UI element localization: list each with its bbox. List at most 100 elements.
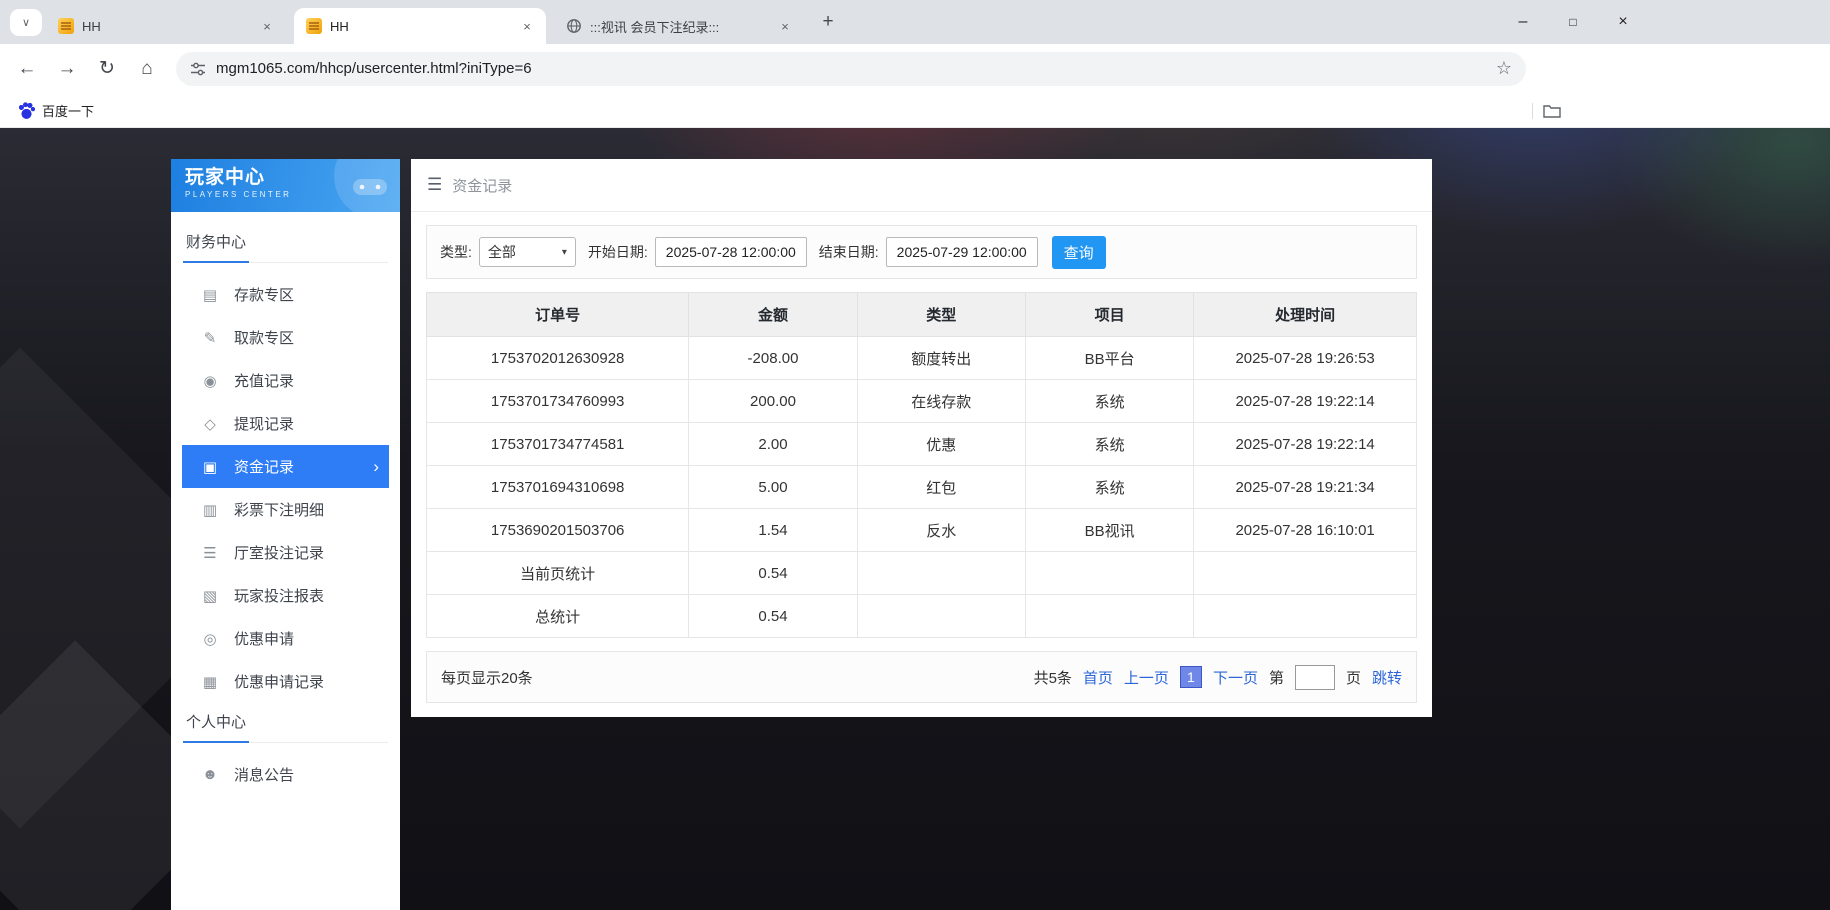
cell-time: 2025-07-28 19:22:14 [1194, 380, 1417, 423]
window-close-button[interactable]: × [1598, 0, 1648, 44]
site-info-icon[interactable] [190, 61, 206, 77]
col-header-amount: 金额 [689, 293, 857, 337]
gamepad-icon [352, 174, 388, 203]
tab-hh-2-active[interactable]: HH × [294, 8, 546, 44]
bookmarks-divider [1532, 103, 1533, 119]
tab-hh-1[interactable]: HH × [46, 8, 286, 44]
hh-favicon [306, 18, 322, 34]
empty-cell [1194, 552, 1417, 595]
table-row: 1753701734760993 200.00 在线存款 系统 2025-07-… [427, 380, 1417, 423]
url-text[interactable]: mgm1065.com/hhcp/usercenter.html?iniType… [216, 60, 1486, 77]
cell-project: BB视讯 [1025, 509, 1193, 552]
jump-suffix-label: 页 [1346, 667, 1361, 688]
tab-strip: ∨ HH × HH × :::视讯 会员下注纪录::: × + – □ × [0, 0, 1830, 44]
lottery-bets-icon: ▥ [201, 501, 219, 519]
col-header-project: 项目 [1025, 293, 1193, 337]
next-page-link[interactable]: 下一页 [1213, 667, 1258, 688]
sidebar-item-fund-record[interactable]: ▣ 资金记录 › [182, 445, 389, 488]
sidebar-item-lottery-bets[interactable]: ▥ 彩票下注明细 [182, 488, 389, 531]
sidebar-item-label: 存款专区 [234, 284, 294, 305]
deposit-icon: ▤ [201, 286, 219, 304]
sidebar-item-hall-bets[interactable]: ☰ 厅室投注记录 [182, 531, 389, 574]
tab-close-icon[interactable]: × [258, 17, 276, 35]
prev-page-link[interactable]: 上一页 [1124, 667, 1169, 688]
promo-record-icon: ▦ [201, 673, 219, 691]
col-header-time: 处理时间 [1194, 293, 1417, 337]
page-stats-row: 当前页统计 0.54 [427, 552, 1417, 595]
end-date-label: 结束日期: [819, 242, 879, 262]
fund-records-panel: ☰ 资金记录 类型: 全部 ▾ 开始日期: 结束日期: 查询 订 [411, 159, 1432, 717]
bookmark-baidu[interactable]: 百度一下 [12, 98, 100, 123]
recharge-record-icon: ◉ [201, 372, 219, 390]
total-stats-row: 总统计 0.54 [427, 595, 1417, 638]
back-button[interactable]: ← [10, 52, 44, 86]
address-bar[interactable]: mgm1065.com/hhcp/usercenter.html?iniType… [176, 52, 1526, 86]
tab-title: HH [330, 19, 510, 34]
chevron-right-icon: › [373, 458, 379, 475]
sidebar-item-label: 彩票下注明细 [234, 499, 324, 520]
bookmark-star-icon[interactable]: ☆ [1496, 58, 1512, 79]
sidebar-item-label: 厅室投注记录 [234, 542, 324, 563]
sidebar-item-messages[interactable]: ☻ 消息公告 [182, 753, 389, 796]
first-page-link[interactable]: 首页 [1083, 667, 1113, 688]
cell-amount: -208.00 [689, 337, 857, 380]
stats-label: 当前页统计 [427, 552, 689, 595]
start-date-input[interactable] [655, 237, 807, 267]
nav-bar: ← → ↻ ⌂ mgm1065.com/hhcp/usercenter.html… [0, 44, 1830, 93]
filter-bar: 类型: 全部 ▾ 开始日期: 结束日期: 查询 [426, 225, 1417, 279]
cell-type: 在线存款 [857, 380, 1025, 423]
cell-time: 2025-07-28 19:21:34 [1194, 466, 1417, 509]
current-page-badge[interactable]: 1 [1180, 666, 1202, 688]
cell-project: 系统 [1025, 423, 1193, 466]
withdrawal-record-icon: ◇ [201, 415, 219, 433]
minimize-button[interactable]: – [1498, 0, 1548, 44]
table-row: 1753701694310698 5.00 红包 系统 2025-07-28 1… [427, 466, 1417, 509]
tab-title: :::视讯 会员下注纪录::: [590, 17, 768, 36]
tab-search-button[interactable]: ∨ [10, 9, 42, 36]
type-select-value: 全部 [488, 242, 516, 262]
hall-bets-icon: ☰ [201, 544, 219, 562]
message-icon: ☻ [201, 766, 219, 783]
page-size-text: 每页显示20条 [441, 667, 533, 688]
player-report-icon: ▧ [201, 587, 219, 605]
baidu-favicon [18, 102, 35, 119]
sidebar-item-promo-record[interactable]: ▦ 优惠申请记录 [182, 660, 389, 703]
cell-time: 2025-07-28 16:10:01 [1194, 509, 1417, 552]
empty-cell [1194, 595, 1417, 638]
sidebar-item-label: 取款专区 [234, 327, 294, 348]
reload-button[interactable]: ↻ [90, 52, 124, 86]
bookmarks-folder-icon[interactable] [1543, 103, 1561, 119]
new-tab-button[interactable]: + [814, 8, 842, 36]
tab-close-icon[interactable]: × [776, 17, 794, 35]
finance-section-heading: 财务中心 [183, 231, 388, 263]
forward-button[interactable]: → [50, 52, 84, 86]
sidebar-item-label: 优惠申请记录 [234, 671, 324, 692]
cell-time: 2025-07-28 19:26:53 [1194, 337, 1417, 380]
jump-link[interactable]: 跳转 [1372, 667, 1402, 688]
col-header-type: 类型 [857, 293, 1025, 337]
sidebar-item-player-report[interactable]: ▧ 玩家投注报表 [182, 574, 389, 617]
cell-order: 1753701734760993 [427, 380, 689, 423]
stats-amount: 0.54 [689, 595, 857, 638]
sidebar-item-recharge-record[interactable]: ◉ 充值记录 [182, 359, 389, 402]
end-date-input[interactable] [886, 237, 1038, 267]
sidebar-item-withdrawal-record[interactable]: ◇ 提现记录 [182, 402, 389, 445]
page-background: 玩家中心 PLAYERS CENTER 财务中心 ▤ 存款专区 ✎ 取款专区 ◉… [0, 128, 1830, 910]
player-center-sidebar: 玩家中心 PLAYERS CENTER 财务中心 ▤ 存款专区 ✎ 取款专区 ◉… [171, 159, 400, 910]
search-button[interactable]: 查询 [1052, 236, 1106, 269]
jump-page-input[interactable] [1295, 665, 1335, 690]
type-select[interactable]: 全部 ▾ [479, 237, 576, 267]
sidebar-item-withdraw[interactable]: ✎ 取款专区 [182, 316, 389, 359]
tab-close-icon[interactable]: × [518, 17, 536, 35]
panel-header: ☰ 资金记录 [411, 159, 1432, 212]
empty-cell [857, 595, 1025, 638]
maximize-button[interactable]: □ [1548, 0, 1598, 44]
home-button[interactable]: ⌂ [130, 52, 164, 86]
sidebar-item-deposit[interactable]: ▤ 存款专区 [182, 273, 389, 316]
cell-time: 2025-07-28 19:22:14 [1194, 423, 1417, 466]
tab-video-records[interactable]: :::视讯 会员下注纪录::: × [554, 8, 804, 44]
cell-order: 1753690201503706 [427, 509, 689, 552]
sidebar-item-promo-apply[interactable]: ◎ 优惠申请 [182, 617, 389, 660]
globe-icon [566, 18, 582, 34]
cell-type: 额度转出 [857, 337, 1025, 380]
